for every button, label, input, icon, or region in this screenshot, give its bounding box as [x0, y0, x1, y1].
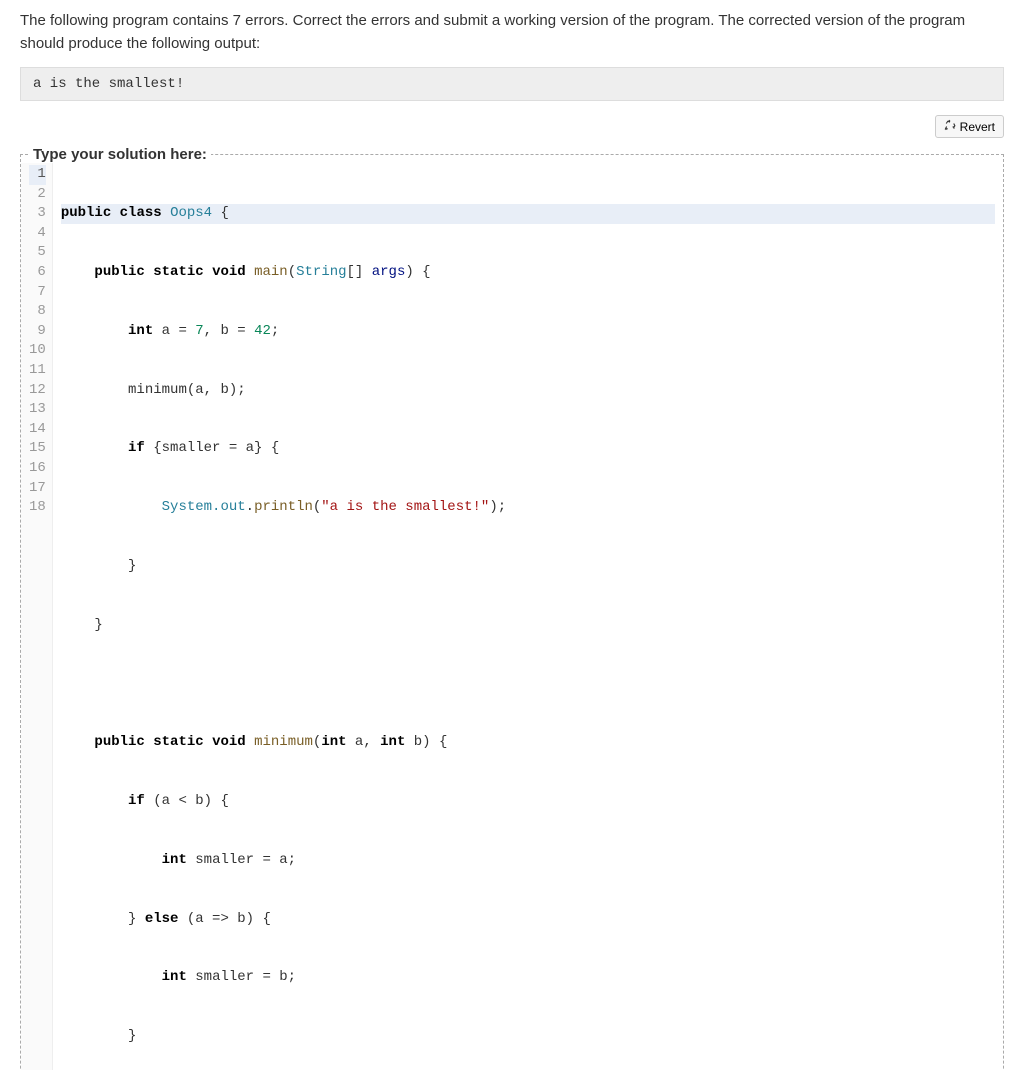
line-number: 3 [29, 204, 46, 224]
line-number: 8 [29, 302, 46, 322]
code-line[interactable]: minimum(a, b); [61, 381, 995, 401]
line-number: 13 [29, 400, 46, 420]
code-line[interactable]: int smaller = a; [61, 851, 995, 871]
line-number: 9 [29, 322, 46, 342]
expected-output-box: a is the smallest! [20, 67, 1004, 101]
code-line[interactable]: int a = 7, b = 42; [61, 322, 995, 342]
line-number: 7 [29, 283, 46, 303]
line-number: 2 [29, 185, 46, 205]
line-number: 5 [29, 243, 46, 263]
code-editor-fieldset: Type your solution here: 123456789101112… [20, 146, 1004, 1070]
line-number: 16 [29, 459, 46, 479]
code-line[interactable]: } [61, 557, 995, 577]
code-line[interactable]: if {smaller = a} { [61, 439, 995, 459]
code-line[interactable]: public static void minimum(int a, int b)… [61, 733, 995, 753]
revert-button[interactable]: Revert [935, 115, 1004, 138]
line-number: 18 [29, 498, 46, 518]
code-line[interactable] [61, 674, 995, 694]
code-area[interactable]: public class Oops4 { public static void … [53, 163, 1003, 1070]
line-number: 14 [29, 420, 46, 440]
line-number: 17 [29, 479, 46, 499]
revert-label: Revert [960, 120, 995, 134]
code-line[interactable]: if (a < b) { [61, 792, 995, 812]
problem-instructions: The following program contains 7 errors.… [20, 10, 1004, 55]
line-number: 11 [29, 361, 46, 381]
recycle-icon [944, 119, 956, 134]
editor-toolbar: Revert [20, 115, 1004, 138]
code-line[interactable]: } else (a => b) { [61, 910, 995, 930]
line-number: 6 [29, 263, 46, 283]
code-line[interactable]: System.out.println("a is the smallest!")… [61, 498, 995, 518]
code-line[interactable]: public class Oops4 { [61, 204, 995, 224]
code-line[interactable]: } [61, 616, 995, 636]
line-number: 15 [29, 439, 46, 459]
editor-legend: Type your solution here: [29, 146, 211, 163]
code-line[interactable]: int smaller = b; [61, 968, 995, 988]
code-line[interactable]: public static void main(String[] args) { [61, 263, 995, 283]
line-number: 4 [29, 224, 46, 244]
line-number: 12 [29, 381, 46, 401]
line-number: 1 [29, 165, 46, 185]
line-number-gutter: 123456789101112131415161718 [21, 163, 53, 1070]
code-line[interactable]: } [61, 1027, 995, 1047]
code-editor[interactable]: 123456789101112131415161718 public class… [21, 163, 1003, 1070]
line-number: 10 [29, 341, 46, 361]
